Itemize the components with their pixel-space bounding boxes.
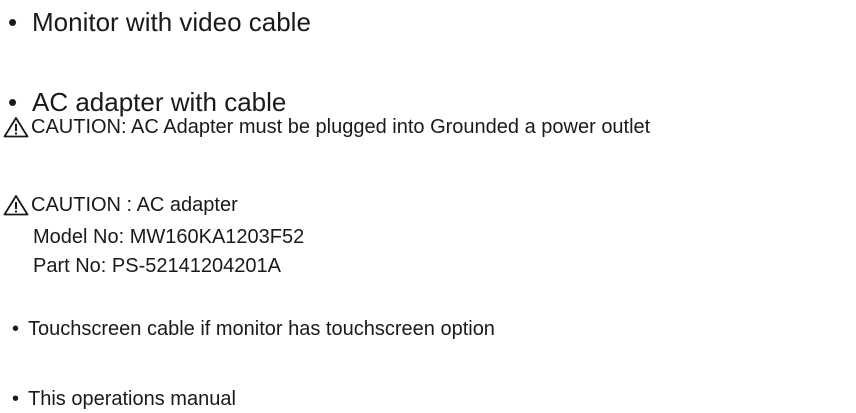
adapter-part-number: Part No: PS-52141204201A bbox=[33, 255, 281, 277]
item-monitor-text: Monitor with video cable bbox=[32, 7, 311, 37]
item-adapter-text: AC adapter with cable bbox=[32, 87, 287, 117]
item-touchscreen-text: Touchscreen cable if monitor has touchsc… bbox=[28, 318, 495, 340]
warning-triangle-icon bbox=[3, 117, 29, 138]
bullet: • bbox=[8, 7, 18, 37]
bullet: • bbox=[8, 87, 18, 117]
bullet: • bbox=[12, 318, 20, 340]
caution-adapter-title: CAUTION : AC adapter bbox=[31, 194, 238, 216]
caution-note-grounded: CAUTION: AC Adapter must be plugged into… bbox=[3, 116, 650, 138]
list-item-monitor: • Monitor with video cable bbox=[8, 9, 311, 35]
caution-grounded-text: CAUTION: AC Adapter must be plugged into… bbox=[31, 116, 651, 138]
list-item-manual: • This operations manual bbox=[12, 389, 236, 409]
caution-note-adapter: CAUTION : AC adapter bbox=[3, 194, 238, 216]
list-item-touchscreen: • Touchscreen cable if monitor has touchs… bbox=[12, 319, 495, 339]
bullet: • bbox=[12, 388, 20, 410]
item-manual-text: This operations manual bbox=[28, 388, 236, 410]
list-item-adapter: • AC adapter with cable bbox=[8, 89, 286, 115]
warning-triangle-icon bbox=[3, 195, 29, 216]
adapter-model-number: Model No: MW160KA1203F52 bbox=[33, 226, 305, 248]
